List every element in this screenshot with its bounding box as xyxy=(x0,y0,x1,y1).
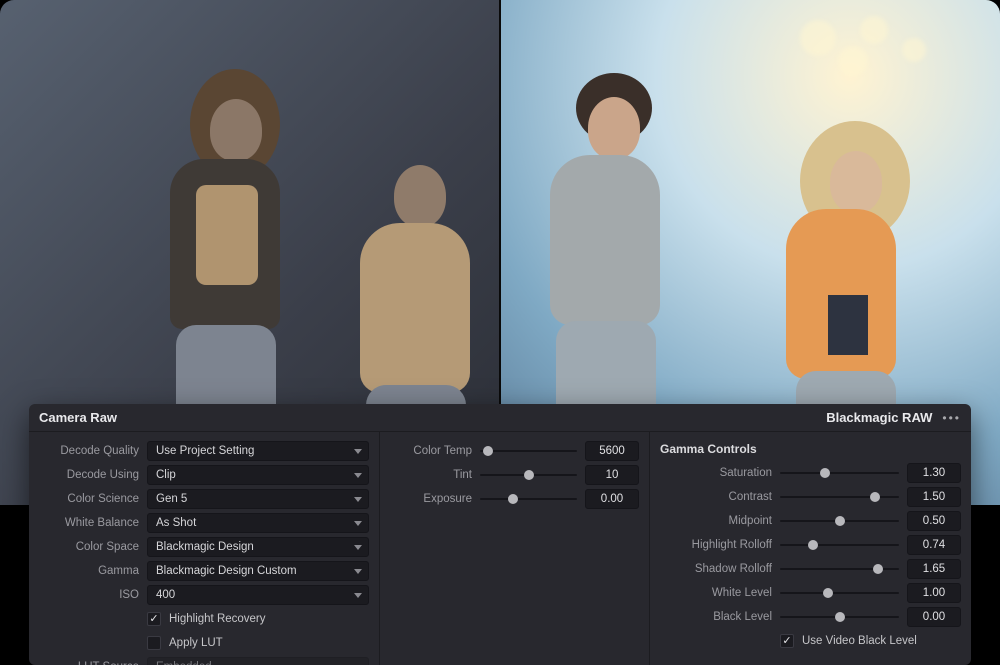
decode-column: Decode Quality Use Project Setting Decod… xyxy=(29,432,379,665)
black-level-label: Black Level xyxy=(660,611,772,623)
shadow-rolloff-label: Shadow Rolloff xyxy=(660,563,772,575)
chevron-down-icon xyxy=(354,449,362,454)
midpoint-value[interactable]: 0.50 xyxy=(907,511,961,531)
gamma-label: Gamma xyxy=(39,565,139,577)
tint-value[interactable]: 10 xyxy=(585,465,639,485)
highlight-rolloff-slider[interactable] xyxy=(780,535,899,555)
decode-using-label: Decode Using xyxy=(39,469,139,481)
highlight-recovery-label: Highlight Recovery xyxy=(169,613,266,625)
black-level-slider[interactable] xyxy=(780,607,899,627)
exposure-column: Color Temp 5600 Tint 10 Exposure 0.00 xyxy=(379,432,649,665)
midpoint-slider[interactable] xyxy=(780,511,899,531)
iso-label: ISO xyxy=(39,589,139,601)
white-level-slider[interactable] xyxy=(780,583,899,603)
decode-using-dropdown[interactable]: Clip xyxy=(147,465,369,485)
saturation-label: Saturation xyxy=(660,467,772,479)
gamma-column: Gamma Controls Saturation 1.30 Contrast … xyxy=(649,432,971,665)
highlight-rolloff-value[interactable]: 0.74 xyxy=(907,535,961,555)
chevron-down-icon xyxy=(354,473,362,478)
highlight-rolloff-label: Highlight Rolloff xyxy=(660,539,772,551)
shadow-rolloff-value[interactable]: 1.65 xyxy=(907,559,961,579)
chevron-down-icon xyxy=(354,521,362,526)
highlight-recovery-checkbox[interactable] xyxy=(147,612,161,626)
color-temp-value[interactable]: 5600 xyxy=(585,441,639,461)
exposure-value[interactable]: 0.00 xyxy=(585,489,639,509)
gamma-controls-title: Gamma Controls xyxy=(660,442,961,456)
shadow-rolloff-slider[interactable] xyxy=(780,559,899,579)
chevron-down-icon xyxy=(354,569,362,574)
white-balance-label: White Balance xyxy=(39,517,139,529)
decode-quality-dropdown[interactable]: Use Project Setting xyxy=(147,441,369,461)
exposure-slider[interactable] xyxy=(480,489,577,509)
contrast-label: Contrast xyxy=(660,491,772,503)
black-level-value[interactable]: 0.00 xyxy=(907,607,961,627)
contrast-slider[interactable] xyxy=(780,487,899,507)
tint-label: Tint xyxy=(390,469,472,481)
lut-source-dropdown: Embedded xyxy=(147,657,369,665)
use-video-black-checkbox[interactable] xyxy=(780,634,794,648)
color-space-label: Color Space xyxy=(39,541,139,553)
color-science-dropdown[interactable]: Gen 5 xyxy=(147,489,369,509)
panel-subtitle: Blackmagic RAW xyxy=(826,410,932,425)
color-temp-label: Color Temp xyxy=(390,445,472,457)
color-temp-slider[interactable] xyxy=(480,441,577,461)
apply-lut-checkbox[interactable] xyxy=(147,636,161,650)
panel-menu-icon[interactable]: ••• xyxy=(942,411,961,425)
color-space-dropdown[interactable]: Blackmagic Design xyxy=(147,537,369,557)
panel-title: Camera Raw xyxy=(39,410,117,425)
lut-source-label: LUT Source xyxy=(39,661,139,665)
iso-dropdown[interactable]: 400 xyxy=(147,585,369,605)
saturation-value[interactable]: 1.30 xyxy=(907,463,961,483)
white-level-label: White Level xyxy=(660,587,772,599)
gamma-dropdown[interactable]: Blackmagic Design Custom xyxy=(147,561,369,581)
color-science-label: Color Science xyxy=(39,493,139,505)
midpoint-label: Midpoint xyxy=(660,515,772,527)
white-level-value[interactable]: 1.00 xyxy=(907,583,961,603)
contrast-value[interactable]: 1.50 xyxy=(907,487,961,507)
exposure-label: Exposure xyxy=(390,493,472,505)
saturation-slider[interactable] xyxy=(780,463,899,483)
decode-quality-label: Decode Quality xyxy=(39,445,139,457)
white-balance-dropdown[interactable]: As Shot xyxy=(147,513,369,533)
chevron-down-icon xyxy=(354,593,362,598)
chevron-down-icon xyxy=(354,497,362,502)
apply-lut-label: Apply LUT xyxy=(169,637,223,649)
chevron-down-icon xyxy=(354,545,362,550)
use-video-black-label: Use Video Black Level xyxy=(802,635,917,647)
camera-raw-panel: Camera Raw Blackmagic RAW ••• Decode Qua… xyxy=(29,404,971,665)
tint-slider[interactable] xyxy=(480,465,577,485)
